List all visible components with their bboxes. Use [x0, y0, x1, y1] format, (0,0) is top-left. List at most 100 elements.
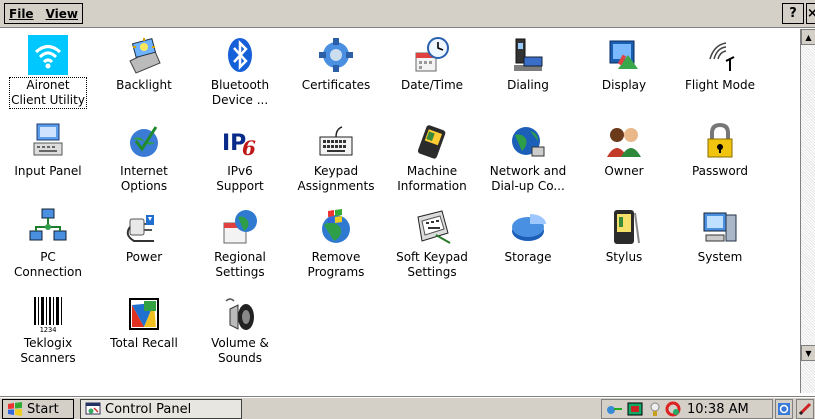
- applet-label: Input Panel: [14, 164, 82, 178]
- globe-check-icon: [130, 126, 158, 157]
- applet-label: Volume & Sounds: [211, 336, 269, 365]
- applet-input-panel[interactable]: Input Panel: [0, 119, 96, 205]
- pie-chart-icon: [512, 214, 546, 241]
- power-plug-tray-icon[interactable]: [648, 401, 662, 417]
- battery-icon[interactable]: [627, 401, 645, 417]
- clock[interactable]: 10:38 AM: [687, 402, 749, 417]
- applet-flight-mode[interactable]: Flight Mode: [672, 33, 768, 119]
- applet-label: Power: [125, 250, 163, 264]
- network-globe-icon: [512, 127, 545, 157]
- applet-label: Network and Dial-up Co...: [489, 164, 567, 193]
- applet-storage[interactable]: Storage: [480, 205, 576, 291]
- taskbar-item-label: Control Panel: [105, 401, 192, 417]
- applet-label: Total Recall: [110, 336, 178, 350]
- phone-icon: [514, 38, 543, 71]
- applet-label: Storage: [504, 250, 552, 264]
- scroll-down-button[interactable]: ▼: [801, 345, 815, 361]
- applet-label: Remove Programs: [307, 250, 365, 279]
- connection-icon[interactable]: [606, 401, 624, 417]
- globe-calendar-icon: [223, 210, 257, 244]
- applet-total-recall[interactable]: Total Recall: [96, 291, 192, 377]
- applet-label: Aironet Client Utility: [9, 77, 87, 109]
- applet-label: Display: [601, 78, 647, 92]
- applet-network-and-dial-up-co[interactable]: Network and Dial-up Co...: [480, 119, 576, 205]
- taskbar: Start Control Panel 10:38 AM: [0, 397, 815, 419]
- applet-remove-programs[interactable]: Remove Programs: [288, 205, 384, 291]
- handheld-device-icon: [417, 125, 446, 159]
- pc-network-icon: [29, 208, 67, 241]
- applet-password[interactable]: Password: [672, 119, 768, 205]
- applet-dialing[interactable]: Dialing: [480, 33, 576, 119]
- applet-power[interactable]: Power: [96, 205, 192, 291]
- applet-label: Keypad Assignments: [297, 164, 375, 193]
- applet-date-time[interactable]: Date/Time: [384, 33, 480, 119]
- pda-stylus-icon: [614, 210, 640, 244]
- applet-keypad-assignments[interactable]: Keypad Assignments: [288, 119, 384, 205]
- bluetooth-icon: [228, 38, 252, 72]
- users-icon: [607, 128, 641, 157]
- power-plug-icon: [126, 215, 154, 242]
- applet-label: System: [697, 250, 743, 264]
- start-label: Start: [27, 401, 59, 417]
- applet-machine-information[interactable]: Machine Information: [384, 119, 480, 205]
- desktop-icon: [778, 403, 790, 415]
- applet-volume-sounds[interactable]: Volume & Sounds: [192, 291, 288, 377]
- applet-label: Date/Time: [400, 78, 464, 92]
- keyboard-icon: [319, 126, 353, 156]
- svg-text:6: 6: [242, 136, 256, 160]
- display-icon: [609, 40, 638, 69]
- scroll-up-button[interactable]: ▲: [801, 29, 815, 45]
- certificates-icon: [319, 38, 353, 72]
- start-button[interactable]: Start: [2, 399, 74, 419]
- pencil-icon: [798, 402, 812, 416]
- windows-flag-icon: [8, 402, 22, 416]
- applet-label: Dialing: [507, 78, 549, 92]
- control-panel-icon: [85, 402, 101, 415]
- speaker-icon: [225, 298, 254, 330]
- barcode-icon: 1234: [34, 297, 62, 333]
- soft-keypad-icon: [417, 210, 451, 244]
- applet-system[interactable]: System: [672, 205, 768, 291]
- backlight-icon: [129, 38, 161, 74]
- applet-label: Backlight: [116, 78, 172, 92]
- applet-label: Flight Mode: [684, 78, 755, 92]
- svg-text:1234: 1234: [40, 326, 57, 333]
- applet-owner[interactable]: Owner: [576, 119, 672, 205]
- computer-icon: [703, 212, 737, 242]
- menu-bar: File View ? ×: [0, 0, 815, 28]
- help-button[interactable]: ?: [782, 3, 804, 24]
- applet-pc-connection[interactable]: PC Connection: [0, 205, 96, 291]
- control-panel-content: Aironet Client Utility Backlight Bluetooth…: [0, 29, 800, 393]
- applet-label: Bluetooth Device ...: [210, 78, 270, 107]
- menu-view[interactable]: View: [46, 7, 78, 21]
- applet-backlight[interactable]: Backlight: [96, 33, 192, 119]
- applet-aironet-client-utility[interactable]: Aironet Client Utility: [0, 33, 96, 119]
- applet-label: Machine Information: [397, 164, 467, 193]
- clock-calendar-icon: [415, 37, 449, 72]
- applet-regional-settings[interactable]: Regional Settings: [192, 205, 288, 291]
- menu-file[interactable]: File: [9, 7, 34, 21]
- applet-label: Certificates: [301, 78, 371, 92]
- applet-grid: Aironet Client Utility Backlight Bluetooth…: [0, 33, 768, 377]
- applet-label: PC Connection: [14, 250, 82, 279]
- applet-bluetooth-device[interactable]: Bluetooth Device ...: [192, 33, 288, 119]
- desktop-toggle-button[interactable]: [775, 399, 793, 419]
- applet-label: Password: [691, 164, 749, 178]
- sync-icon[interactable]: [665, 401, 681, 417]
- applet-ipv6-support[interactable]: IP 6 IPv6 Support: [192, 119, 288, 205]
- applet-label: Internet Options: [120, 164, 168, 193]
- system-tray: 10:38 AM: [601, 399, 773, 419]
- applet-internet-options[interactable]: Internet Options: [96, 119, 192, 205]
- applet-teklogix-scanners[interactable]: 1234 Teklogix Scanners: [0, 291, 96, 377]
- applet-label: IPv6 Support: [216, 164, 264, 193]
- applet-display[interactable]: Display: [576, 33, 672, 119]
- close-button[interactable]: ×: [806, 3, 815, 24]
- taskbar-item-control-panel[interactable]: Control Panel: [80, 399, 242, 419]
- antenna-icon: [709, 42, 735, 71]
- applet-label: Owner: [604, 164, 644, 178]
- input-panel-button[interactable]: [796, 399, 814, 419]
- vertical-scrollbar[interactable]: ▲ ▼: [800, 29, 815, 393]
- applet-stylus[interactable]: Stylus: [576, 205, 672, 291]
- applet-soft-keypad-settings[interactable]: Soft Keypad Settings: [384, 205, 480, 291]
- applet-certificates[interactable]: Certificates: [288, 33, 384, 119]
